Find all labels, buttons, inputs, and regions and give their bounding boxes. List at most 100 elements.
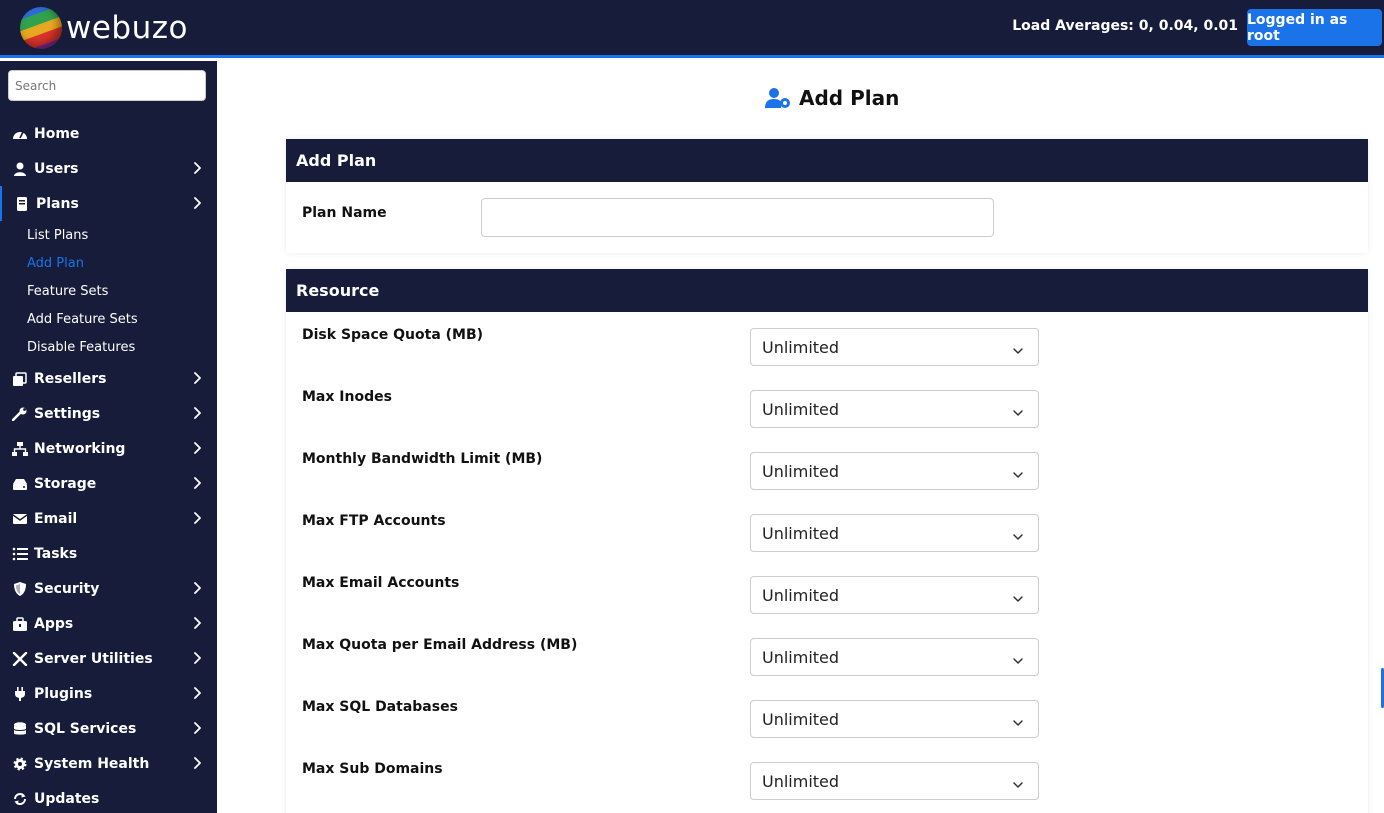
user-icon [12, 162, 28, 176]
sidebar-subitem-add-feature-sets[interactable]: Add Feature Sets [0, 305, 217, 333]
resource-select[interactable]: Unlimited [750, 762, 1039, 800]
user-gear-icon [765, 88, 790, 108]
resource-select-value: Unlimited [762, 771, 840, 791]
resource-label: Max SQL Databases [302, 699, 458, 715]
resource-select[interactable]: Unlimited [750, 638, 1039, 676]
chevron-right-icon [191, 757, 203, 769]
resource-row: Max SQL Databases Unlimited [286, 684, 1368, 746]
sidebar-item-label: Settings [34, 405, 101, 422]
sidebar-item-sql-services[interactable]: SQL Services [0, 711, 217, 746]
sidebar-item-server-utilities[interactable]: Server Utilities [0, 641, 217, 676]
sidebar-subitem-feature-sets[interactable]: Feature Sets [0, 277, 217, 305]
apps-icon [12, 616, 28, 631]
sidebar-item-resellers[interactable]: Resellers [0, 361, 217, 396]
sidebar-item-system-health[interactable]: System Health [0, 746, 217, 781]
webuzo-logo[interactable]: webuzo [20, 7, 188, 49]
network-icon [12, 441, 28, 456]
load-averages: Load Averages: 0, 0.04, 0.01 [1012, 18, 1238, 34]
chevron-right-icon [191, 407, 203, 419]
resource-label: Monthly Bandwidth Limit (MB) [302, 451, 543, 467]
top-bar: webuzo Load Averages: 0, 0.04, 0.01 Logg… [0, 0, 1384, 58]
sidebar-item-security[interactable]: Security [0, 571, 217, 606]
sidebar-item-updates[interactable]: Updates [0, 781, 217, 813]
chevron-down-icon [1012, 590, 1024, 602]
sidebar-item-label: Tasks [34, 545, 78, 562]
resource-select-value: Unlimited [762, 523, 840, 543]
sidebar-item-tasks[interactable]: Tasks [0, 536, 217, 571]
resource-select[interactable]: Unlimited [750, 576, 1039, 614]
sidebar-item-home[interactable]: Home [0, 116, 217, 151]
logged-in-button[interactable]: Logged in as root [1247, 9, 1382, 46]
sidebar-subitem-list-plans[interactable]: List Plans [0, 221, 217, 249]
sidebar-item-networking[interactable]: Networking [0, 431, 217, 466]
add-plan-card: Add Plan Plan Name [286, 139, 1368, 253]
resource-row: Max Inodes Unlimited [286, 374, 1368, 436]
sidebar-subitem-add-plan[interactable]: Add Plan [0, 249, 217, 277]
sidebar-item-label: Plans [36, 195, 79, 212]
sidebar-item-storage[interactable]: Storage [0, 466, 217, 501]
resellers-icon [12, 371, 28, 386]
sidebar-item-plans[interactable]: Plans [0, 186, 217, 221]
add-plan-card-header: Add Plan [286, 139, 1368, 182]
sidebar-subitem-disable-features[interactable]: Disable Features [0, 333, 217, 361]
sidebar-item-apps[interactable]: Apps [0, 606, 217, 641]
sidebar-item-label: Email [34, 510, 78, 527]
chevron-right-icon [191, 652, 203, 664]
wrench-icon [12, 407, 28, 421]
sidebar-item-label: Apps [34, 615, 74, 632]
dashboard-icon [12, 127, 28, 141]
resource-select-value: Unlimited [762, 461, 840, 481]
chevron-down-icon [1012, 776, 1024, 788]
page-title-text: Add Plan [799, 86, 900, 110]
resource-select[interactable]: Unlimited [750, 700, 1039, 738]
page-title: Add Plan [765, 86, 899, 110]
sidebar-item-label: Resellers [34, 370, 107, 387]
chevron-right-icon [191, 372, 203, 384]
chevron-right-icon [191, 477, 203, 489]
plan-name-input[interactable] [481, 198, 994, 237]
sidebar-item-email[interactable]: Email [0, 501, 217, 536]
resource-select[interactable]: Unlimited [750, 328, 1039, 366]
chevron-right-icon [191, 722, 203, 734]
logo-globe-icon [20, 7, 62, 49]
tools-icon [12, 651, 28, 666]
resource-select-value: Unlimited [762, 709, 840, 729]
chevron-down-icon [1012, 404, 1024, 416]
sidebar-nav: Home Users Plans List Plans Add Plan Feature … [0, 116, 217, 813]
sidebar-item-label: Server Utilities [34, 650, 153, 667]
resource-select[interactable]: Unlimited [750, 452, 1039, 490]
resource-label: Max Inodes [302, 389, 392, 405]
chevron-right-icon [191, 197, 203, 209]
resource-row: Max Email Accounts Unlimited [286, 560, 1368, 622]
sidebar-item-label: Home [34, 125, 80, 142]
chevron-right-icon [191, 512, 203, 524]
chevron-right-icon [191, 687, 203, 699]
sidebar-item-label: SQL Services [34, 720, 137, 737]
resource-row: Monthly Bandwidth Limit (MB) Unlimited [286, 436, 1368, 498]
chevron-right-icon [191, 442, 203, 454]
chevron-down-icon [1012, 466, 1024, 478]
plans-icon [14, 196, 30, 211]
sidebar-item-settings[interactable]: Settings [0, 396, 217, 431]
sidebar-item-label: Networking [34, 440, 126, 457]
sidebar-item-label: Security [34, 580, 100, 597]
storage-icon [12, 477, 28, 491]
resource-select[interactable]: Unlimited [750, 514, 1039, 552]
shield-icon [12, 581, 28, 596]
sidebar-search-input[interactable] [8, 70, 206, 101]
chevron-down-icon [1012, 528, 1024, 540]
sidebar: Home Users Plans List PlansAdd PlanFeature … [0, 61, 217, 813]
sidebar-item-users[interactable]: Users [0, 151, 217, 186]
resource-row: Max Sub Domains Unlimited [286, 746, 1368, 808]
chevron-down-icon [1012, 714, 1024, 726]
resource-row: Max FTP Accounts Unlimited [286, 498, 1368, 560]
resource-label: Disk Space Quota (MB) [302, 327, 484, 343]
resource-card: Resource Disk Space Quota (MB) Unlimited M… [286, 269, 1368, 813]
resource-select-value: Unlimited [762, 647, 840, 667]
list-icon [12, 547, 28, 561]
sidebar-item-label: Updates [34, 790, 100, 807]
sidebar-item-plugins[interactable]: Plugins [0, 676, 217, 711]
chevron-right-icon [191, 582, 203, 594]
chevron-down-icon [1012, 652, 1024, 664]
resource-select[interactable]: Unlimited [750, 390, 1039, 428]
